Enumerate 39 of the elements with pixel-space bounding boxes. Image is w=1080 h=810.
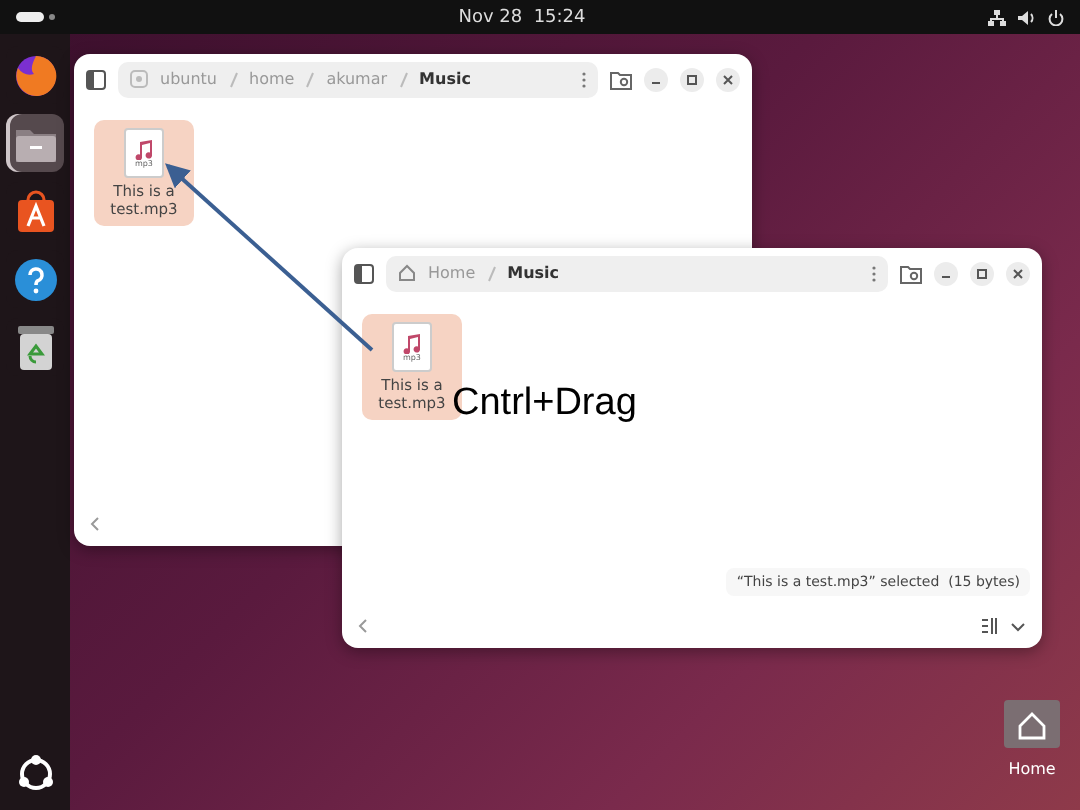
maximize-button[interactable] xyxy=(680,67,704,91)
path-segment[interactable]: Music xyxy=(507,264,560,282)
back-icon[interactable] xyxy=(90,516,100,532)
app-grid-icon[interactable] xyxy=(15,754,55,794)
workspace-indicator-icon[interactable] xyxy=(16,12,56,22)
slash-separator-icon xyxy=(487,265,496,281)
close-icon xyxy=(1012,267,1024,279)
slash-separator-icon xyxy=(229,71,237,87)
minimize-button[interactable] xyxy=(644,67,668,91)
close-button[interactable] xyxy=(1006,261,1030,285)
path-bar[interactable]: ubuntu home akumar Music xyxy=(118,61,598,97)
trash-icon[interactable] xyxy=(17,325,53,369)
home-icon xyxy=(398,264,416,282)
drive-icon xyxy=(130,70,148,88)
close-button[interactable] xyxy=(716,67,740,91)
volume-icon[interactable] xyxy=(1017,9,1036,25)
maximize-button[interactable] xyxy=(970,261,994,285)
folder-search-icon[interactable] xyxy=(900,263,922,283)
folder-search-icon[interactable] xyxy=(610,69,632,89)
path-bar[interactable]: Home Music xyxy=(386,255,888,291)
path-segment[interactable]: Music xyxy=(419,70,471,88)
maximize-icon xyxy=(976,267,988,279)
sidebar-toggle-icon[interactable] xyxy=(354,263,374,283)
desktop-icon-label[interactable]: Home xyxy=(1008,760,1056,778)
clock[interactable]: Nov 28 15:24 xyxy=(458,7,586,27)
back-icon[interactable] xyxy=(358,618,368,634)
view-icon[interactable] xyxy=(982,618,998,634)
dock-item[interactable] xyxy=(6,114,64,172)
home-folder-icon[interactable] xyxy=(1004,700,1060,748)
minimize-button[interactable] xyxy=(934,261,958,285)
slash-separator-icon xyxy=(306,71,315,87)
maximize-icon xyxy=(686,73,698,85)
slash-separator-icon xyxy=(399,71,408,87)
sidebar-toggle-icon[interactable] xyxy=(86,69,106,89)
close-icon xyxy=(722,73,734,85)
shopping-bag-icon[interactable] xyxy=(15,189,55,233)
network-icon[interactable] xyxy=(987,9,1006,25)
chevron-down-icon[interactable] xyxy=(1010,621,1026,631)
power-icon[interactable] xyxy=(1047,9,1064,25)
